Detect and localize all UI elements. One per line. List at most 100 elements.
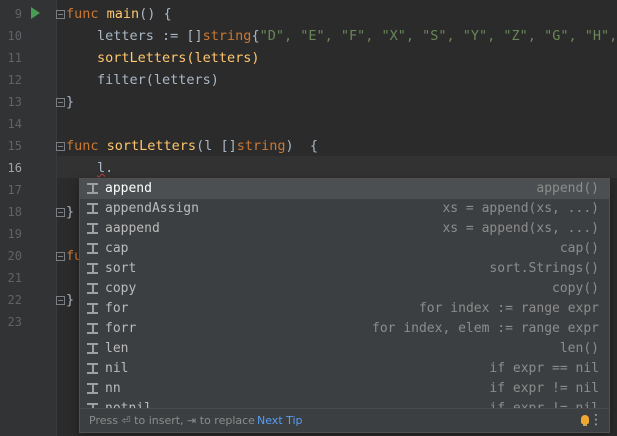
live-template-icon	[87, 223, 98, 235]
line-number: 19	[7, 227, 22, 241]
completion-item[interactable]: for for index := range expr	[80, 299, 609, 319]
completion-footer: Press ⏎ to insert, ⇥ to replace Next Tip…	[80, 408, 609, 432]
next-tip-link[interactable]: Next Tip	[257, 409, 303, 432]
completion-item-name: copy	[105, 281, 137, 296]
completion-item-tail: len()	[559, 341, 599, 356]
line-number: 10	[7, 29, 22, 43]
completion-popup[interactable]: append append() appendAssign xs = append(x…	[79, 178, 610, 433]
live-template-icon	[87, 343, 98, 355]
completion-item-name: len	[105, 341, 129, 356]
string-literals: "D", "E", "F", "X", "S", "Y", "Z", "G", …	[259, 28, 617, 44]
completion-item-tail: append()	[536, 181, 599, 196]
completion-item[interactable]: copy copy()	[80, 279, 609, 299]
live-template-icon	[87, 183, 98, 195]
function-name: main	[106, 6, 140, 22]
completion-item-tail: if expr != nil	[489, 381, 599, 396]
fold-icon[interactable]	[56, 142, 65, 151]
fold-icon[interactable]	[56, 296, 65, 305]
function-call: filter(letters)	[97, 72, 219, 88]
completion-item[interactable]: append append()	[80, 179, 609, 199]
run-icon[interactable]	[31, 7, 40, 19]
fold-icon[interactable]	[56, 10, 65, 19]
more-options-icon[interactable]: ⋮	[589, 412, 603, 428]
code-line-10[interactable]: letters := []string{"D", "E", "F", "X", …	[97, 25, 617, 47]
completion-item-tail: sort.Strings()	[489, 261, 599, 276]
completion-item[interactable]: cap cap()	[80, 239, 609, 259]
completion-item-tail: for index := range expr	[418, 301, 599, 316]
completion-item-name: sort	[105, 261, 137, 276]
line-number: 17	[7, 183, 22, 197]
completion-item-name: for	[105, 301, 129, 316]
keyword: func	[66, 6, 99, 22]
live-template-icon	[87, 303, 98, 315]
code-text: }	[66, 292, 75, 308]
code-text: .	[105, 160, 114, 176]
line-number: 18	[7, 205, 22, 219]
fold-icon[interactable]	[56, 252, 65, 261]
completion-item-name: append	[105, 181, 152, 196]
completion-item-tail: xs = append(xs, ...)	[442, 201, 599, 216]
completion-item[interactable]: nn if expr != nil	[80, 379, 609, 399]
keyword: func	[66, 138, 99, 154]
fold-icon[interactable]	[56, 98, 65, 107]
line-number: 22	[7, 293, 22, 307]
completion-item-tail: xs = append(xs, ...)	[442, 221, 599, 236]
live-template-icon	[87, 383, 98, 395]
line-number: 9	[14, 7, 22, 21]
code-text: }	[66, 94, 75, 110]
completion-item-name: aappend	[105, 221, 160, 236]
live-template-icon	[87, 203, 98, 215]
line-number: 13	[7, 95, 22, 109]
line-number: 21	[7, 271, 22, 285]
type-name: string	[236, 138, 286, 154]
live-template-icon	[87, 363, 98, 375]
completion-item[interactable]: sort sort.Strings()	[80, 259, 609, 279]
code-line-13[interactable]: }	[66, 91, 74, 113]
code-line-22[interactable]: }	[66, 289, 74, 311]
code-line-16[interactable]: l.	[97, 157, 113, 179]
code-line-9[interactable]: func main() {	[66, 3, 172, 25]
live-template-icon	[87, 263, 98, 275]
live-template-icon	[87, 283, 98, 295]
identifier-with-error: l	[97, 160, 106, 176]
type-name: string	[202, 28, 252, 44]
completion-item[interactable]: nil if expr == nil	[80, 359, 609, 379]
line-number: 23	[7, 315, 22, 329]
editor-gutter: 9 10 11 12 13 14 15 16 17 18 19 20 21 22…	[0, 0, 57, 436]
completion-item-tail: cap()	[559, 241, 599, 256]
completion-item-name: forr	[105, 321, 137, 336]
completion-item-tail: if expr == nil	[489, 361, 599, 376]
completion-item-name: appendAssign	[105, 201, 199, 216]
completion-item-name: nn	[105, 381, 121, 396]
live-template-icon	[87, 243, 98, 255]
line-number: 15	[7, 139, 22, 153]
code-text: () {	[139, 6, 172, 22]
completion-item[interactable]: appendAssign xs = append(xs, ...)	[80, 199, 609, 219]
code-text: {	[251, 28, 260, 44]
completion-item[interactable]: aappend xs = append(xs, ...)	[80, 219, 609, 239]
line-number: 12	[7, 73, 22, 87]
code-line-12[interactable]: filter(letters)	[97, 69, 219, 91]
code-line-15[interactable]: func sortLetters(l []string) {	[66, 135, 318, 157]
completion-item-tail: for index, elem := range expr	[372, 321, 599, 336]
line-number: 20	[7, 249, 22, 263]
code-text: }	[66, 204, 75, 220]
line-number: 11	[7, 51, 22, 65]
code-line-18[interactable]: }	[66, 201, 74, 223]
live-template-icon	[87, 323, 98, 335]
current-line-highlight	[57, 156, 617, 178]
fold-icon[interactable]	[56, 208, 65, 217]
line-number-current: 16	[7, 161, 22, 175]
line-number: 14	[7, 117, 22, 131]
completion-item-name: nil	[105, 361, 129, 376]
code-text: ) {	[285, 138, 318, 154]
lightbulb-icon[interactable]	[581, 415, 589, 426]
completion-item[interactable]: len len()	[80, 339, 609, 359]
code-text: letters := []	[97, 28, 203, 44]
code-text: (l []	[196, 138, 237, 154]
code-line-11[interactable]: sortLetters(letters)	[97, 47, 260, 69]
function-call: sortLetters(letters)	[97, 50, 260, 66]
completion-item[interactable]: forr for index, elem := range expr	[80, 319, 609, 339]
completion-hint: Press ⏎ to insert, ⇥ to replace	[89, 414, 255, 427]
completion-item-tail: copy()	[552, 281, 599, 296]
